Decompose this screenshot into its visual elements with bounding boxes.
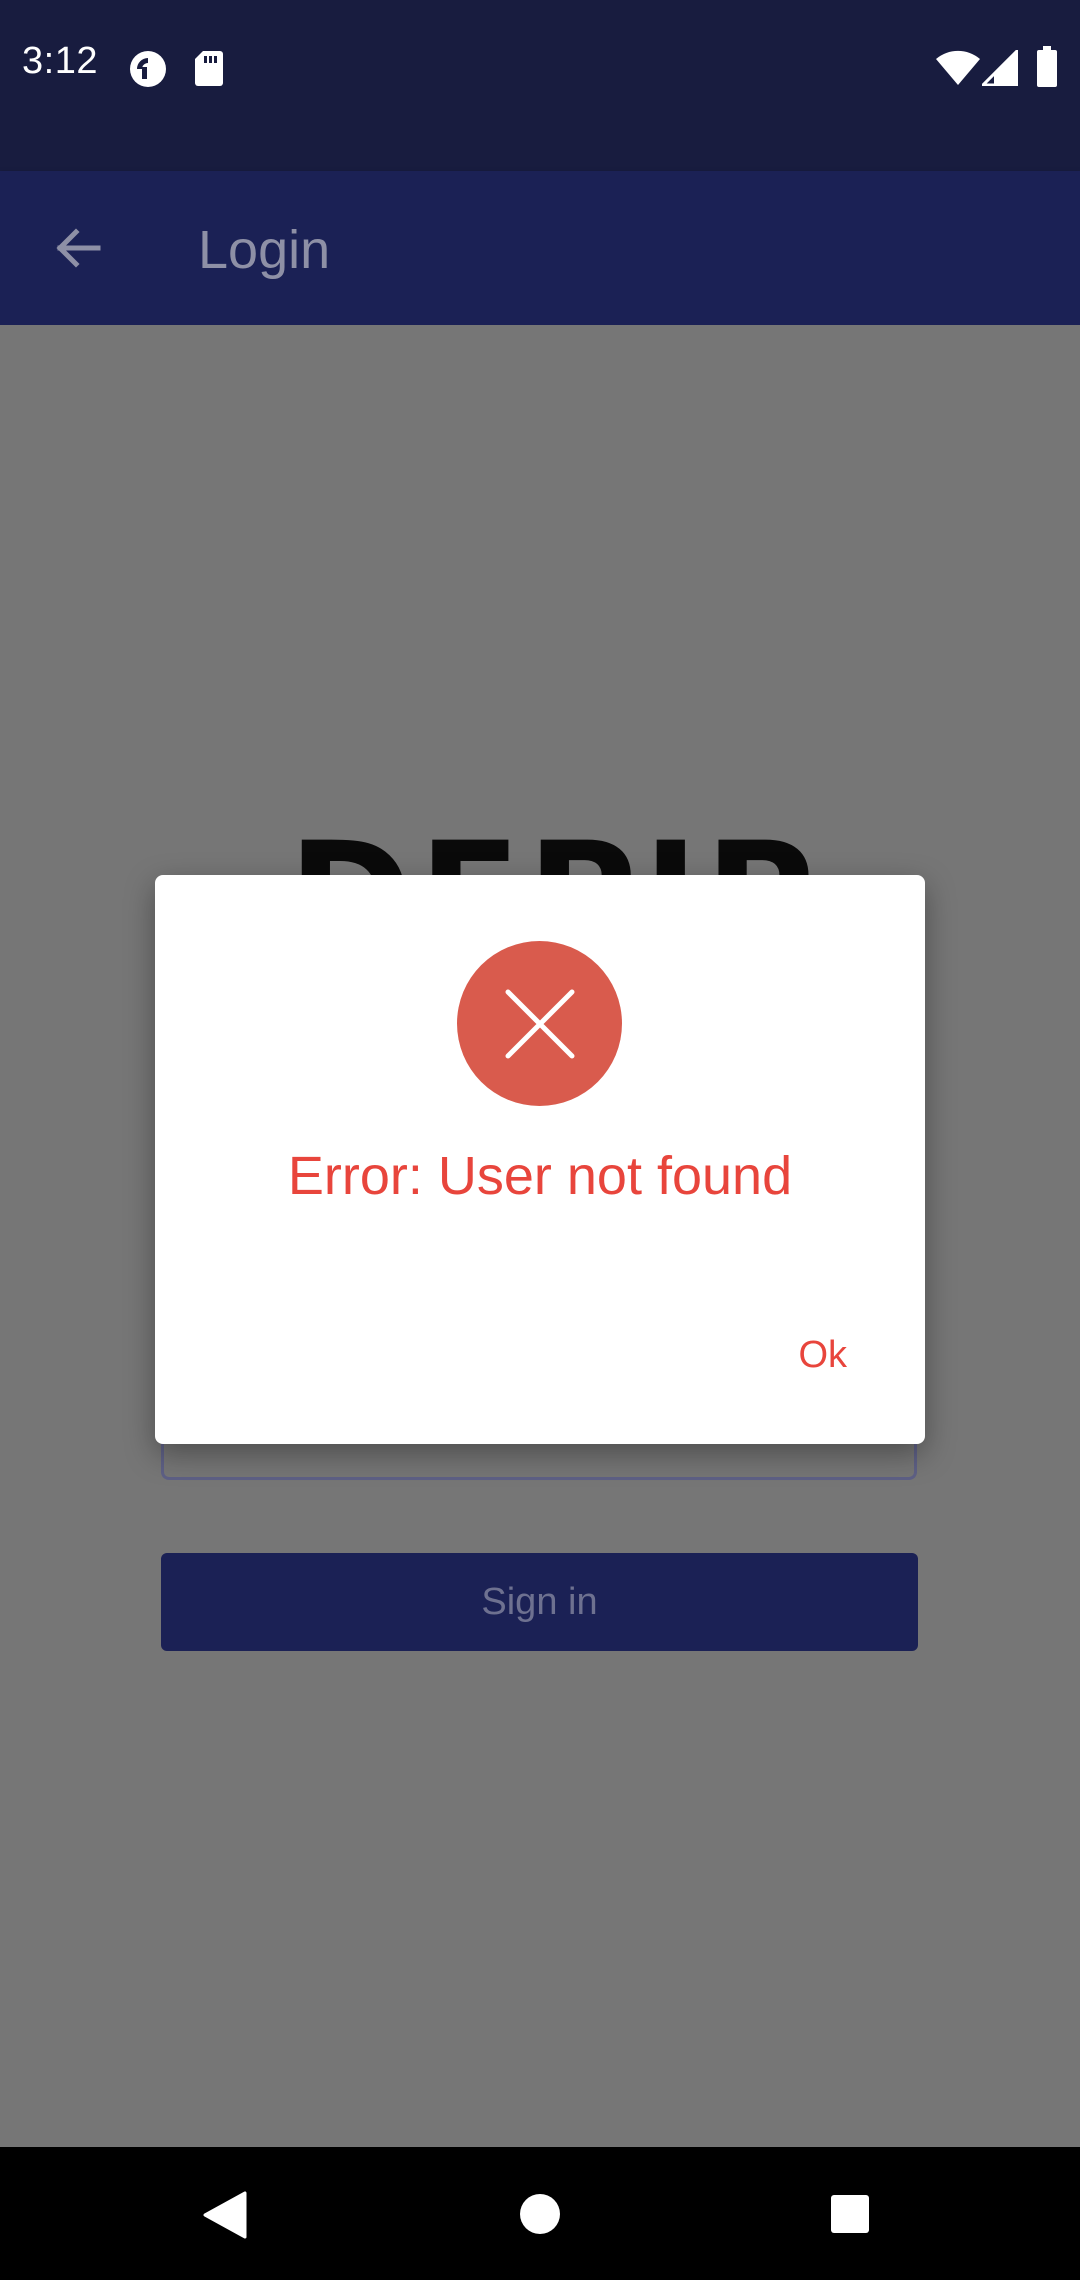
back-triangle-icon[interactable] (203, 2191, 247, 2239)
battery-icon (1037, 46, 1057, 87)
sign-in-button[interactable]: Sign in (161, 1553, 918, 1651)
recents-square-icon[interactable] (830, 2194, 870, 2234)
home-circle-icon[interactable] (519, 2193, 561, 2235)
error-dialog: Error: User not found Ok (155, 875, 925, 1444)
cell-signal-icon (982, 50, 1018, 86)
navigation-bar (0, 2147, 1080, 2280)
back-button[interactable] (40, 211, 114, 285)
error-badge (457, 941, 622, 1106)
arrow-back-icon (56, 228, 101, 268)
pocket-casts-icon (130, 51, 166, 87)
status-bar: 3:12 (0, 0, 1080, 171)
page-title: Login (198, 220, 331, 280)
ok-button[interactable]: Ok (790, 1330, 855, 1381)
sd-card-icon (195, 51, 223, 86)
app-bar: Login (0, 171, 1080, 325)
error-message: Error: User not found (287, 1146, 793, 1206)
status-time: 3:12 (22, 40, 98, 82)
wifi-icon (936, 50, 980, 85)
error-x-icon (505, 989, 574, 1058)
